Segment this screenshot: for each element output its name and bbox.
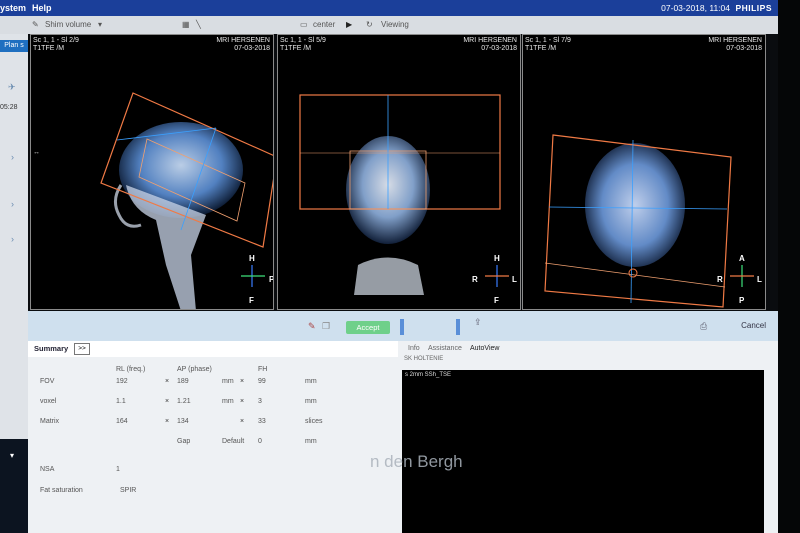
menu-system[interactable]: ystem xyxy=(0,0,26,16)
chevron-right-icon[interactable]: › xyxy=(11,152,14,162)
arrows-icon: ↔ xyxy=(33,149,40,156)
date-time: 07-03-2018, 11:04 xyxy=(661,3,730,13)
viewport-axial[interactable]: Sc 1, 1 - Sl 7/9 T1TFE /M MRI HERSENEN 07-… xyxy=(522,34,766,310)
voxel-fh-value[interactable]: 3 xyxy=(258,398,262,405)
orientation-top: H xyxy=(249,254,255,263)
scan-parameters-panel: ✎ ❐ Accept ⇪ ⎙ Cancel Summary >> RL (fre… xyxy=(28,311,778,533)
shim-volume-dropdown[interactable]: Shim volume xyxy=(45,16,91,34)
copy-icon[interactable]: ❐ xyxy=(322,321,330,332)
orientation-left: R xyxy=(717,275,723,284)
progress-indicator xyxy=(400,319,404,335)
menu-bar: ystem Help 07-03-2018, 11:04 PHILIPS xyxy=(0,0,778,16)
tab-info[interactable]: Info xyxy=(408,345,420,352)
pencil-icon[interactable]: ✎ xyxy=(32,16,39,34)
tab-summary[interactable]: Summary xyxy=(34,344,68,353)
times-sign: × xyxy=(240,418,245,425)
times-sign: × xyxy=(240,378,245,385)
row-fov-label: FOV xyxy=(40,378,55,385)
fov-fh-value[interactable]: 99 xyxy=(258,378,266,385)
orientation-top: A xyxy=(739,254,745,263)
fov-unit: mm xyxy=(222,378,234,385)
action-bar: ✎ ❐ Accept ⇪ ⎙ Cancel xyxy=(28,311,778,341)
matrix-rl-value[interactable]: 164 xyxy=(116,418,128,425)
orientation-top: H xyxy=(494,254,500,263)
gap-unit: mm xyxy=(305,438,317,445)
fat-saturation-value[interactable]: SPIR xyxy=(120,487,136,494)
scanner-console: ystem Help 07-03-2018, 11:04 PHILIPS ✎ S… xyxy=(0,0,778,533)
gap-default[interactable]: Default xyxy=(222,438,244,445)
orientation-left: R xyxy=(472,275,478,284)
times-sign: × xyxy=(165,398,170,405)
chevron-right-icon[interactable]: › xyxy=(11,199,14,209)
monitor-bezel xyxy=(778,0,800,533)
tab-autoview[interactable]: AutoView xyxy=(470,345,499,352)
satellite-icon[interactable]: ✈ xyxy=(8,82,16,93)
voxel-rl-value[interactable]: 1.1 xyxy=(116,398,126,405)
accept-button[interactable]: Accept xyxy=(346,321,390,334)
preview-scan-name: s 2mm SSh_TSE xyxy=(405,372,452,378)
sagittal-image xyxy=(100,92,273,309)
toolbar: ✎ Shim volume ▾ ▦ ╲ ▭ center ▶ ↻ Viewing xyxy=(0,16,778,34)
times-sign: × xyxy=(240,398,245,405)
gap-value[interactable]: 0 xyxy=(258,438,262,445)
plan-icon[interactable]: ✎ xyxy=(308,321,316,332)
progress-indicator xyxy=(456,319,460,335)
nsa-value[interactable]: 1 xyxy=(116,466,120,473)
col-fh-header: FH xyxy=(258,366,268,373)
orientation-cross-icon xyxy=(241,265,265,287)
orientation-bottom: F xyxy=(494,296,499,305)
row-voxel-label: voxel xyxy=(40,398,57,405)
plan-scan-tab[interactable]: Plan s xyxy=(0,40,28,52)
fov-unit: mm xyxy=(305,378,317,385)
orientation-cross-icon xyxy=(485,265,509,287)
fat-saturation-label: Fat saturation xyxy=(40,487,83,494)
line-tool-icon[interactable]: ╲ xyxy=(196,16,201,34)
row-matrix-label: Matrix xyxy=(40,418,60,425)
viewport-sagittal[interactable]: Sc 1, 1 - Sl 2/9 T1TFE /M MRI HERSENEN 07-… xyxy=(30,34,274,310)
matrix-unit: slices xyxy=(305,418,323,425)
brand-logo: PHILIPS xyxy=(735,3,772,13)
play-icon[interactable]: ▶ xyxy=(346,16,352,34)
nsa-label: NSA xyxy=(40,466,55,473)
tab-assistance[interactable]: Assistance xyxy=(428,345,462,352)
chevron-down-icon[interactable]: ▾ xyxy=(98,16,102,34)
times-sign: × xyxy=(165,418,170,425)
viewing-dropdown[interactable]: Viewing xyxy=(381,16,409,34)
center-dropdown[interactable]: center xyxy=(313,16,335,34)
watermark: n den Bergh xyxy=(370,452,463,471)
voxel-ap-value[interactable]: 1.21 xyxy=(177,398,191,405)
matrix-fh-value[interactable]: 33 xyxy=(258,418,266,425)
fov-rl-value[interactable]: 192 xyxy=(116,378,128,385)
col-ap-header: AP (phase) xyxy=(177,366,212,373)
gap-label: Gap xyxy=(177,438,191,445)
upload-icon[interactable]: ⇪ xyxy=(474,317,482,328)
voxel-unit: mm xyxy=(305,398,317,405)
left-panel: Plan s ✈ 05:28 › › › xyxy=(0,34,28,439)
grid-icon[interactable]: ▦ xyxy=(182,16,190,34)
cancel-button[interactable]: Cancel xyxy=(741,321,766,330)
menu-help[interactable]: Help xyxy=(32,0,52,16)
parameter-tabs: Summary >> xyxy=(28,341,398,357)
left-status-strip: ▾ xyxy=(0,439,28,533)
orientation-bottom: F xyxy=(249,296,254,305)
col-rl-header: RL (freq.) xyxy=(116,366,146,373)
orientation-bottom: P xyxy=(739,296,745,305)
chevron-right-icon[interactable]: › xyxy=(11,234,14,244)
chevron-down-icon[interactable]: ▾ xyxy=(10,451,14,460)
more-button[interactable]: >> xyxy=(74,343,90,355)
scan-time: 05:28 xyxy=(0,104,18,111)
voxel-unit: mm xyxy=(222,398,234,405)
viewport-coronal[interactable]: Sc 1, 1 - Sl 5/9 T1TFE /M MRI HERSENEN 07-… xyxy=(277,34,521,310)
times-sign: × xyxy=(165,378,170,385)
exam-label: SK HOLTENIE xyxy=(404,356,444,362)
fov-ap-value[interactable]: 189 xyxy=(177,378,189,385)
refresh-icon[interactable]: ↻ xyxy=(366,16,373,34)
print-icon[interactable]: ⎙ xyxy=(700,321,707,332)
matrix-ap-value[interactable]: 134 xyxy=(177,418,189,425)
orientation-cross-icon xyxy=(730,265,754,287)
monitor-icon[interactable]: ▭ xyxy=(300,16,308,34)
